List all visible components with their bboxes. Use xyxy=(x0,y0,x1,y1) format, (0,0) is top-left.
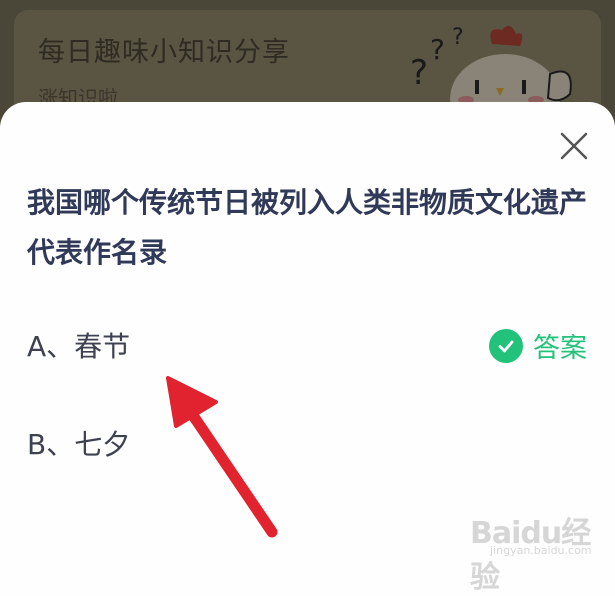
watermark: Baidu经验 jingyan.baidu.com xyxy=(470,508,610,595)
close-icon[interactable] xyxy=(556,128,592,164)
background-card-title: 每日趣味小知识分享 xyxy=(38,37,290,68)
option-label: A、春节 xyxy=(27,330,131,363)
svg-text:?: ? xyxy=(452,25,464,50)
watermark-site: jingyan.baidu.com xyxy=(490,544,592,557)
answer-badge: 答案 xyxy=(489,326,587,365)
question-text: 我国哪个传统节日被列入人类非物质文化遗产代表作名录 xyxy=(27,186,588,269)
option-a[interactable]: A、春节 答案 xyxy=(27,320,587,370)
answer-label: 答案 xyxy=(533,333,587,364)
option-label: B、七夕 xyxy=(27,428,131,461)
option-b[interactable]: B、七夕 xyxy=(27,418,587,468)
check-circle-icon xyxy=(489,328,523,363)
svg-text:?: ? xyxy=(410,53,428,93)
chicken-mascot-icon: ? ? ? xyxy=(410,25,572,114)
red-arrow-annotation xyxy=(166,376,278,538)
svg-text:?: ? xyxy=(430,33,445,66)
